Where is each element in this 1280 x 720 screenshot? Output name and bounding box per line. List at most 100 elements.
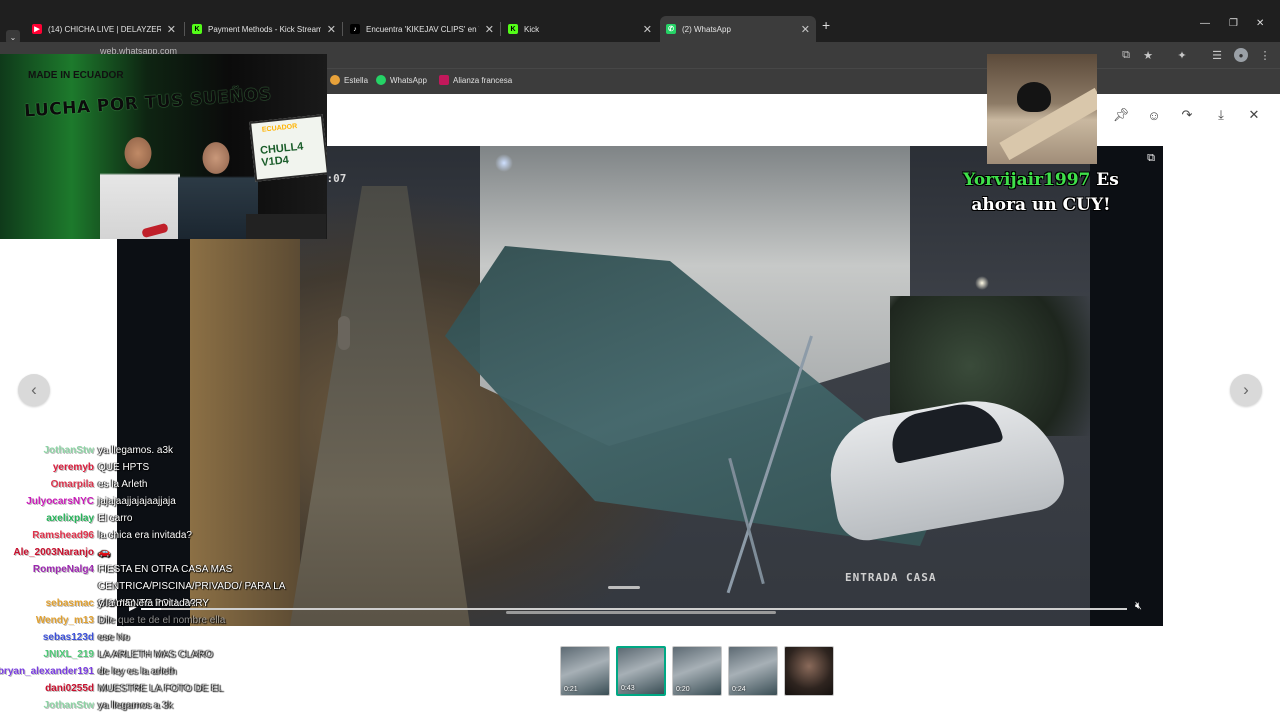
- media-thumbnail[interactable]: 0:21: [560, 646, 610, 696]
- whatsapp-icon: [376, 75, 386, 85]
- extensions-icon[interactable]: ✦: [1175, 48, 1189, 62]
- react-emoji-icon[interactable]: ☺: [1145, 106, 1163, 124]
- picture-in-picture-icon[interactable]: ⧉: [1147, 152, 1155, 165]
- bookmark-star-icon[interactable]: ★: [1141, 48, 1155, 62]
- close-tab-icon[interactable]: ✕: [643, 23, 652, 36]
- next-media-button[interactable]: ›: [1230, 374, 1262, 406]
- chat-text: QUE HPTS: [98, 462, 150, 473]
- bookmark-estella[interactable]: Estella: [330, 75, 368, 85]
- chat-username[interactable]: JothanStw: [43, 442, 94, 459]
- close-tab-icon[interactable]: ✕: [167, 23, 176, 36]
- kick-icon: K: [508, 24, 518, 34]
- video-duration: 0:43: [621, 685, 635, 692]
- menu-kebab-icon[interactable]: ⋮: [1258, 48, 1272, 62]
- chat-username[interactable]: RompeNalg4: [33, 561, 94, 578]
- tab-separator: [342, 22, 343, 36]
- tab-separator: [184, 22, 185, 36]
- bookmark-favicon-icon: [330, 75, 340, 85]
- video-scrub-indicator: [608, 586, 640, 589]
- bookmark-label: Estella: [344, 75, 369, 85]
- wall-text-made-in: MADE IN ECUADOR: [28, 70, 124, 81]
- install-app-icon[interactable]: ⧉: [1119, 48, 1133, 62]
- chat-username[interactable]: JulyocarsNYC: [26, 493, 94, 510]
- kick-icon: K: [192, 24, 202, 34]
- footage-light: [975, 276, 989, 290]
- forward-icon[interactable]: ↷: [1178, 106, 1196, 124]
- close-tab-icon[interactable]: ✕: [327, 23, 336, 36]
- media-thumbnail[interactable]: 0:24: [728, 646, 778, 696]
- media-thumbnail-strip: 0:21 0:43 0:20 0:24: [560, 646, 834, 698]
- close-tab-icon[interactable]: ✕: [801, 23, 810, 36]
- reading-list-icon[interactable]: ☰: [1210, 48, 1224, 62]
- tab-whatsapp[interactable]: ✆ (2) WhatsApp ✕: [660, 16, 816, 42]
- screen: ⌄ ▶ (14) CHICHA LIVE | DELAYZER & ✕ K Pa…: [0, 0, 1280, 720]
- chat-username[interactable]: yeremyb: [53, 459, 94, 476]
- bookmark-label: WhatsApp: [390, 75, 427, 85]
- wall-sign: ECUADOR CHULL4 V1D4: [249, 114, 327, 182]
- bookmark-label: Alianza francesa: [453, 75, 513, 85]
- video-duration: 0:24: [732, 686, 746, 693]
- chat-text: y la man era invitada?: [98, 598, 196, 609]
- new-tab-button[interactable]: +: [822, 17, 830, 33]
- chat-username[interactable]: Ale_2003Naranjo: [13, 544, 94, 561]
- chat-text: Dile que te de el nombre ella: [98, 615, 226, 626]
- tab-kick[interactable]: K Kick ✕: [502, 16, 658, 42]
- chat-text: ya llegamos a 3k: [98, 700, 174, 711]
- profile-avatar-icon[interactable]: ●: [1234, 48, 1248, 62]
- close-window-icon[interactable]: ✕: [1256, 18, 1264, 29]
- chat-username[interactable]: bryan_alexander191: [0, 663, 94, 680]
- chat-text: ya llegamos. a3k: [98, 445, 174, 456]
- chat-username[interactable]: axelixplay: [46, 510, 94, 527]
- footage-cat: [338, 316, 350, 350]
- chat-username[interactable]: JothanStw: [43, 697, 94, 714]
- tiktok-icon: ♪: [350, 24, 360, 34]
- chat-username[interactable]: sebasmac: [46, 595, 94, 612]
- tab-title: (2) WhatsApp: [682, 24, 731, 34]
- restore-icon[interactable]: ❐: [1229, 18, 1238, 29]
- tab-tiktok[interactable]: ♪ Encuentra 'KIKEJAV CLIPS' en TikTok ✕: [344, 16, 500, 42]
- close-viewer-icon[interactable]: ✕: [1245, 106, 1263, 124]
- close-tab-icon[interactable]: ✕: [485, 23, 494, 36]
- tab-title: Encuentra 'KIKEJAV CLIPS' en TikTok: [366, 24, 479, 34]
- chat-text: jajajaajjajajaajjaja: [98, 496, 176, 507]
- video-duration: 0:20: [676, 686, 690, 693]
- horizontal-scrollbar[interactable]: [506, 611, 776, 614]
- previous-media-button[interactable]: ‹: [18, 374, 50, 406]
- cam-animal: [1017, 82, 1051, 112]
- media-thumbnail[interactable]: 0:20: [672, 646, 722, 696]
- tab-title: Kick: [524, 24, 540, 34]
- media-thumbnail[interactable]: [784, 646, 834, 696]
- sign-text: CHULL4 V1D4: [259, 140, 304, 169]
- footage-path: [290, 186, 470, 626]
- download-icon[interactable]: ⤓: [1212, 106, 1230, 124]
- sign-top-text: ECUADOR: [261, 123, 298, 134]
- chat-username[interactable]: Ramshead96: [32, 527, 94, 544]
- redeem-username: Yorvijair1997: [963, 170, 1091, 190]
- chat-username[interactable]: Omarpila: [51, 476, 94, 493]
- media-thumbnail-selected[interactable]: 0:43: [616, 646, 666, 696]
- chat-username[interactable]: dani0255d: [45, 680, 94, 697]
- pin-icon[interactable]: 📌︎: [1112, 106, 1130, 124]
- tab-separator: [500, 22, 501, 36]
- chat-text: LA ARLETH MAS CLARO: [98, 649, 214, 660]
- tab-strip: ⌄ ▶ (14) CHICHA LIVE | DELAYZER & ✕ K Pa…: [0, 12, 1280, 44]
- tab-title: Payment Methods - Kick Stream: [208, 24, 321, 34]
- bookmark-alianza-francesa[interactable]: Alianza francesa: [439, 75, 512, 85]
- chat-text: es la Arleth: [98, 479, 148, 490]
- streamer-person: [100, 129, 180, 239]
- bookmark-favicon-icon: [439, 75, 449, 85]
- muted-speaker-icon[interactable]: 🔇︎: [1135, 600, 1142, 613]
- tab-youtube[interactable]: ▶ (14) CHICHA LIVE | DELAYZER & ✕: [26, 16, 182, 42]
- redeem-alert: Yorvijair1997 Es ahora un CUY!: [945, 168, 1137, 218]
- chat-text: El carro: [98, 513, 133, 524]
- chat-text: ese No: [98, 632, 130, 643]
- chat-username[interactable]: sebas123d: [43, 629, 94, 646]
- cctv-camera-label: ENTRADA CASA: [845, 571, 937, 584]
- whatsapp-icon: ✆: [666, 24, 676, 34]
- bookmark-whatsapp[interactable]: WhatsApp: [376, 75, 427, 85]
- tab-kick-payment[interactable]: K Payment Methods - Kick Stream ✕: [186, 16, 342, 42]
- chat-username[interactable]: Wendy_m13: [36, 612, 94, 629]
- monitor: [246, 214, 326, 239]
- minimize-icon[interactable]: —: [1200, 18, 1210, 29]
- chat-username[interactable]: JNIXL_219: [43, 646, 94, 663]
